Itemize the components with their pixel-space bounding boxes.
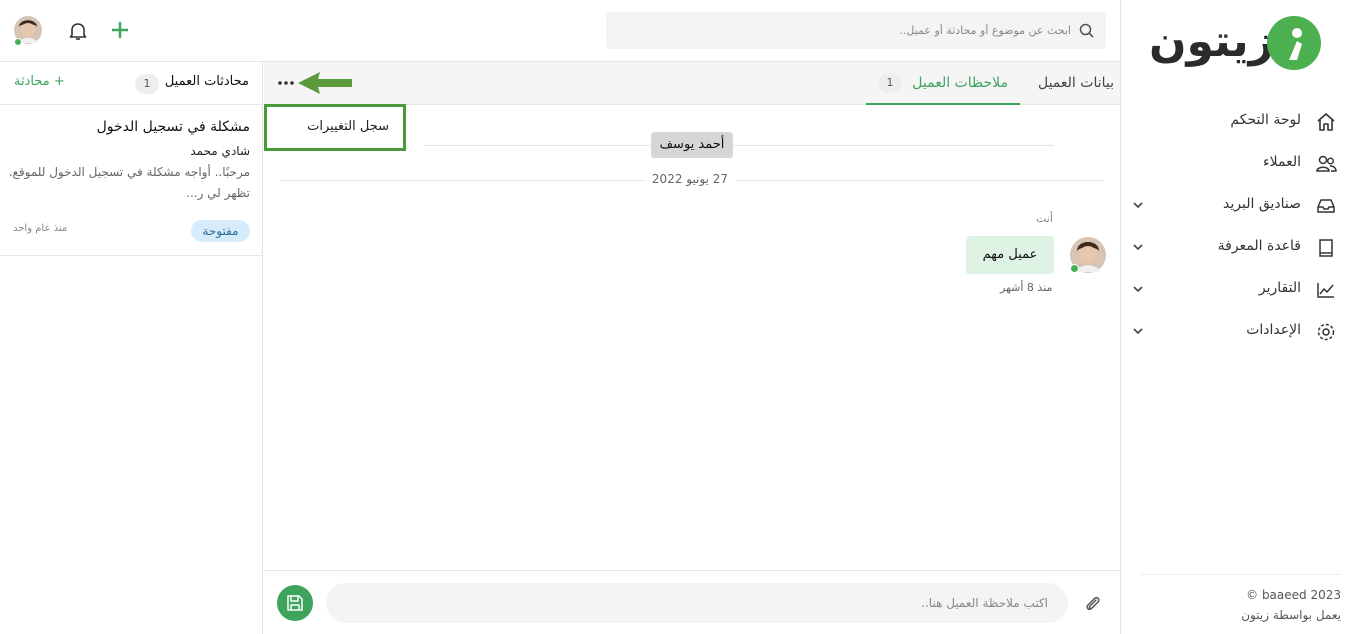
sidebar-item-label: الإعدادات [1246,322,1301,338]
search-input[interactable] [616,12,1071,49]
note-bubble: عميل مهم [966,236,1054,274]
divider [424,145,650,146]
chart-icon [1315,280,1337,300]
chevron-down-icon[interactable] [1131,281,1145,295]
sidebar-item-settings[interactable]: الإعدادات [1121,314,1350,350]
save-icon [287,595,303,611]
tab-customer-notes[interactable]: ملاحظات العميل 1 [866,62,1020,105]
sidebar: زيتون لوحة التحكم العملاء صناديق البريد … [1120,0,1350,634]
home-icon [1315,112,1337,132]
note-author: أنت [1036,212,1053,225]
conversation-subject: مشكلة في تسجيل الدخول [96,119,250,135]
sidebar-item-label: العملاء [1263,154,1301,170]
conversations-panel: + محادثة 1 محادثات العميل مشكلة في تسجيل… [0,62,263,634]
logo-badge-icon [1267,16,1321,70]
conversations-header: + محادثة 1 محادثات العميل [0,62,263,105]
customer-name-chip: أحمد يوسف [651,132,733,158]
dropdown-menu: سجل التغييرات [264,104,406,151]
conversation-preview: مرحبًا.. أواجه مشكلة في تسجيل الدخول للم… [8,165,250,179]
top-bar [0,0,1120,62]
gear-icon [1315,322,1337,342]
plus-icon[interactable] [110,20,130,40]
sidebar-item-dashboard[interactable]: لوحة التحكم [1121,104,1350,140]
conversations-title: محادثات العميل [164,74,249,89]
note-input[interactable] [326,583,1068,623]
divider [736,180,1104,181]
sidebar-item-customers[interactable]: العملاء [1121,146,1350,182]
sidebar-item-label: لوحة التحكم [1230,112,1301,128]
online-status-dot [1070,264,1079,273]
more-options-icon[interactable] [276,73,296,93]
save-note-button[interactable] [277,585,313,621]
notes-count-badge: 1 [878,73,902,93]
tab-customer-data[interactable]: بيانات العميل [1032,62,1114,105]
bell-icon[interactable] [67,20,89,42]
tabs-bar: بيانات العميل ملاحظات العميل 1 [264,62,1120,105]
tab-label: ملاحظات العميل [912,75,1008,91]
divider [280,180,645,181]
sidebar-item-label: التقارير [1258,280,1301,296]
annotation-arrow-icon [296,70,354,96]
divider [734,145,1054,146]
conversation-preview-cont: تظهر لي ر... [186,186,250,200]
sidebar-footer: © baaeed 2023 يعمل بواسطة زيتون [1141,574,1341,625]
app-logo[interactable]: زيتون [1149,14,1325,76]
inbox-icon [1315,196,1337,216]
avatar[interactable] [13,15,43,46]
book-icon [1315,238,1337,258]
new-conversation-button[interactable]: + محادثة [14,74,65,89]
date-separator: 27 يونيو 2022 [651,172,729,186]
conversation-item[interactable]: مشكلة في تسجيل الدخول شادي محمد مرحبًا..… [0,106,263,256]
sidebar-item-label: صناديق البريد [1223,196,1301,212]
avatar [1069,236,1107,274]
users-icon [1315,154,1337,174]
copyright-text: © baaeed 2023 [1246,588,1341,602]
menu-item-changelog[interactable]: سجل التغييرات [307,119,389,134]
logo-wordmark: زيتون [1149,16,1275,67]
status-badge: مفتوحة [191,220,250,242]
conversation-customer: شادي محمد [190,144,250,158]
conversations-count-badge: 1 [135,72,159,94]
chevron-down-icon[interactable] [1131,323,1145,337]
search-bar [606,12,1106,49]
sidebar-item-reports[interactable]: التقارير [1121,272,1350,308]
note-time: منذ 8 أشهر [1000,281,1053,294]
count-text: 1 [135,74,159,94]
search-icon[interactable] [1079,23,1094,38]
paperclip-icon[interactable] [1082,593,1102,613]
sidebar-item-knowledge-base[interactable]: قاعدة المعرفة [1121,230,1350,266]
online-status-dot [14,38,22,46]
customer-detail-pane: بيانات العميل ملاحظات العميل 1 سجل التغي… [264,62,1120,634]
powered-by-text: يعمل بواسطة زيتون [1241,608,1341,622]
chevron-down-icon[interactable] [1131,197,1145,211]
sidebar-item-mailboxes[interactable]: صناديق البريد [1121,188,1350,224]
chevron-down-icon[interactable] [1131,239,1145,253]
sidebar-item-label: قاعدة المعرفة [1217,238,1301,254]
note-composer [264,570,1120,634]
conversation-time: منذ عام واحد [13,223,68,234]
